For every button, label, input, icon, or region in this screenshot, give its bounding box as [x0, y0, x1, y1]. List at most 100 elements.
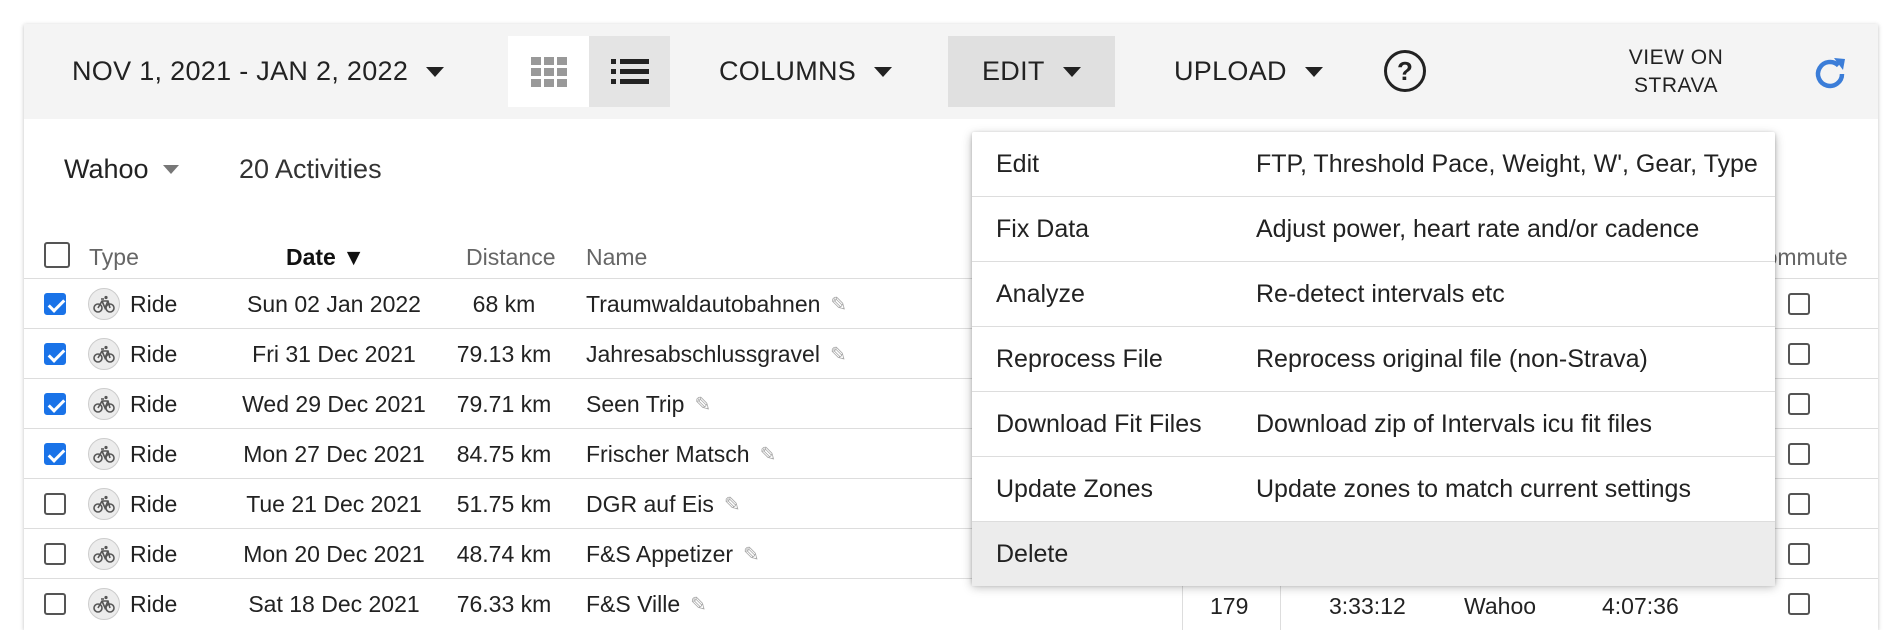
upload-dropdown[interactable]: UPLOAD [1174, 36, 1323, 107]
commute-checkbox[interactable] [1788, 443, 1810, 465]
type-cell: Ride [88, 379, 177, 429]
menu-item-label: Analyze [996, 279, 1085, 308]
chevron-down-icon [874, 66, 893, 77]
activity-name[interactable]: DGR auf Eis [586, 491, 714, 518]
distance-cell: 84.75 km [456, 440, 552, 467]
commute-cell [1788, 429, 1810, 479]
view-toggle [508, 36, 670, 107]
date-cell: Sun 02 Jan 2022 [247, 290, 421, 317]
view-on-strava-line1: VIEW ON [1628, 46, 1724, 69]
extra-col3: Wahoo [1464, 592, 1537, 619]
edit-dropdown[interactable]: EDIT [948, 36, 1115, 107]
bike-icon [88, 338, 120, 370]
activity-name[interactable]: Seen Trip [586, 391, 684, 418]
row-checkbox-cell [44, 429, 66, 479]
row-checkbox[interactable] [44, 393, 66, 415]
toolbar: NOV 1, 2021 - JAN 2, 2022 COLUMNS EDIT U… [24, 24, 1878, 119]
type-label: Ride [130, 490, 178, 517]
row-checkbox-cell [44, 479, 66, 529]
commute-checkbox[interactable] [1788, 343, 1810, 365]
menu-item-update-zones[interactable]: Update Zones Update zones to match curre… [972, 457, 1775, 522]
row-checkbox-cell [44, 279, 66, 329]
menu-item-edit[interactable]: Edit FTP, Threshold Pace, Weight, W', Ge… [972, 132, 1775, 197]
extra-col4: 4:07:36 [1602, 592, 1679, 619]
header-date-label: Date [286, 244, 336, 270]
row-checkbox[interactable] [44, 493, 66, 515]
header-distance[interactable]: Distance [466, 244, 555, 271]
date-cell: Fri 31 Dec 2021 [252, 340, 416, 367]
row-checkbox[interactable] [44, 443, 66, 465]
source-filter-dropdown[interactable]: Wahoo [64, 154, 179, 185]
date-cell: Wed 29 Dec 2021 [242, 390, 426, 417]
view-on-strava-button[interactable]: VIEW ON STRAVA [1616, 44, 1736, 100]
refresh-icon[interactable] [1810, 54, 1850, 94]
bike-icon [88, 288, 120, 320]
menu-item-label: Delete [996, 539, 1069, 568]
activities-panel: NOV 1, 2021 - JAN 2, 2022 COLUMNS EDIT U… [24, 24, 1878, 630]
distance-cell: 51.75 km [456, 490, 552, 517]
commute-cell [1788, 279, 1810, 329]
activity-name[interactable]: Traumwaldautobahnen [586, 291, 820, 318]
type-label: Ride [130, 290, 178, 317]
help-icon[interactable]: ? [1384, 50, 1426, 92]
row-checkbox[interactable] [44, 343, 66, 365]
row-checkbox[interactable] [44, 293, 66, 315]
menu-item-fix-data[interactable]: Fix Data Adjust power, heart rate and/or… [972, 197, 1775, 262]
extra-col2: 3:33:12 [1329, 592, 1406, 619]
select-all-checkbox[interactable] [44, 242, 70, 268]
header-date[interactable]: Date ▼ [286, 244, 365, 271]
menu-item-analyze[interactable]: Analyze Re-detect intervals etc [972, 262, 1775, 327]
date-cell: Tue 21 Dec 2021 [246, 490, 422, 517]
menu-item-description: Re-detect intervals etc [1256, 279, 1505, 308]
menu-item-label: Reprocess File [996, 344, 1163, 373]
menu-item-delete[interactable]: Delete [972, 522, 1775, 586]
list-view-button[interactable] [589, 36, 670, 107]
menu-item-description: Reprocess original file (non-Strava) [1256, 344, 1648, 373]
commute-checkbox[interactable] [1788, 393, 1810, 415]
edit-menu: Edit FTP, Threshold Pace, Weight, W', Ge… [972, 132, 1775, 586]
menu-item-description: FTP, Threshold Pace, Weight, W', Gear, T… [1256, 149, 1758, 178]
bike-icon [88, 488, 120, 520]
type-cell: Ride [88, 279, 177, 329]
menu-item-label: Fix Data [996, 214, 1090, 243]
name-cell: Seen Trip ✎ [586, 379, 711, 429]
source-filter-label: Wahoo [64, 154, 149, 184]
type-cell: Ride [88, 329, 177, 379]
extra-col1: 179 [1210, 592, 1249, 619]
row-checkbox-cell [44, 379, 66, 429]
activity-count: 20 Activities [239, 154, 382, 184]
chevron-down-icon [1062, 66, 1081, 77]
edit-pencil-icon[interactable]: ✎ [830, 292, 847, 317]
menu-item-download-fit-files[interactable]: Download Fit Files Download zip of Inter… [972, 392, 1775, 457]
date-cell: Mon 27 Dec 2021 [243, 440, 425, 467]
edit-pencil-icon[interactable]: ✎ [694, 392, 711, 417]
header-type[interactable]: Type [89, 244, 139, 271]
list-icon [610, 58, 649, 84]
date-range-dropdown[interactable]: NOV 1, 2021 - JAN 2, 2022 [72, 36, 445, 107]
columns-dropdown[interactable]: COLUMNS [719, 36, 893, 107]
type-cell: Ride [88, 429, 177, 479]
distance-cell: 79.13 km [456, 340, 552, 367]
menu-item-label: Edit [996, 149, 1040, 178]
menu-item-description: Update zones to match current settings [1256, 474, 1691, 503]
edit-pencil-icon[interactable]: ✎ [760, 442, 777, 467]
edit-pencil-icon[interactable]: ✎ [830, 342, 847, 367]
bike-icon [88, 388, 120, 420]
header-name[interactable]: Name [586, 244, 647, 271]
grid-view-button[interactable] [508, 36, 589, 107]
grid-icon [530, 56, 567, 87]
type-cell: Ride [88, 479, 177, 529]
commute-checkbox[interactable] [1788, 293, 1810, 315]
name-cell: Jahresabschlussgravel ✎ [586, 329, 847, 379]
edit-pencil-icon[interactable]: ✎ [724, 492, 741, 517]
commute-checkbox[interactable] [1788, 493, 1810, 515]
commute-cell [1788, 329, 1810, 379]
name-cell: Traumwaldautobahnen ✎ [586, 279, 847, 329]
edit-label: EDIT [982, 56, 1045, 86]
chevron-down-icon [1304, 66, 1323, 77]
upload-label: UPLOAD [1174, 56, 1287, 86]
menu-item-reprocess-file[interactable]: Reprocess File Reprocess original file (… [972, 327, 1775, 392]
activity-name[interactable]: Frischer Matsch [586, 441, 750, 468]
activity-name[interactable]: Jahresabschlussgravel [586, 341, 820, 368]
view-on-strava-line2: STRAVA [1634, 74, 1718, 97]
